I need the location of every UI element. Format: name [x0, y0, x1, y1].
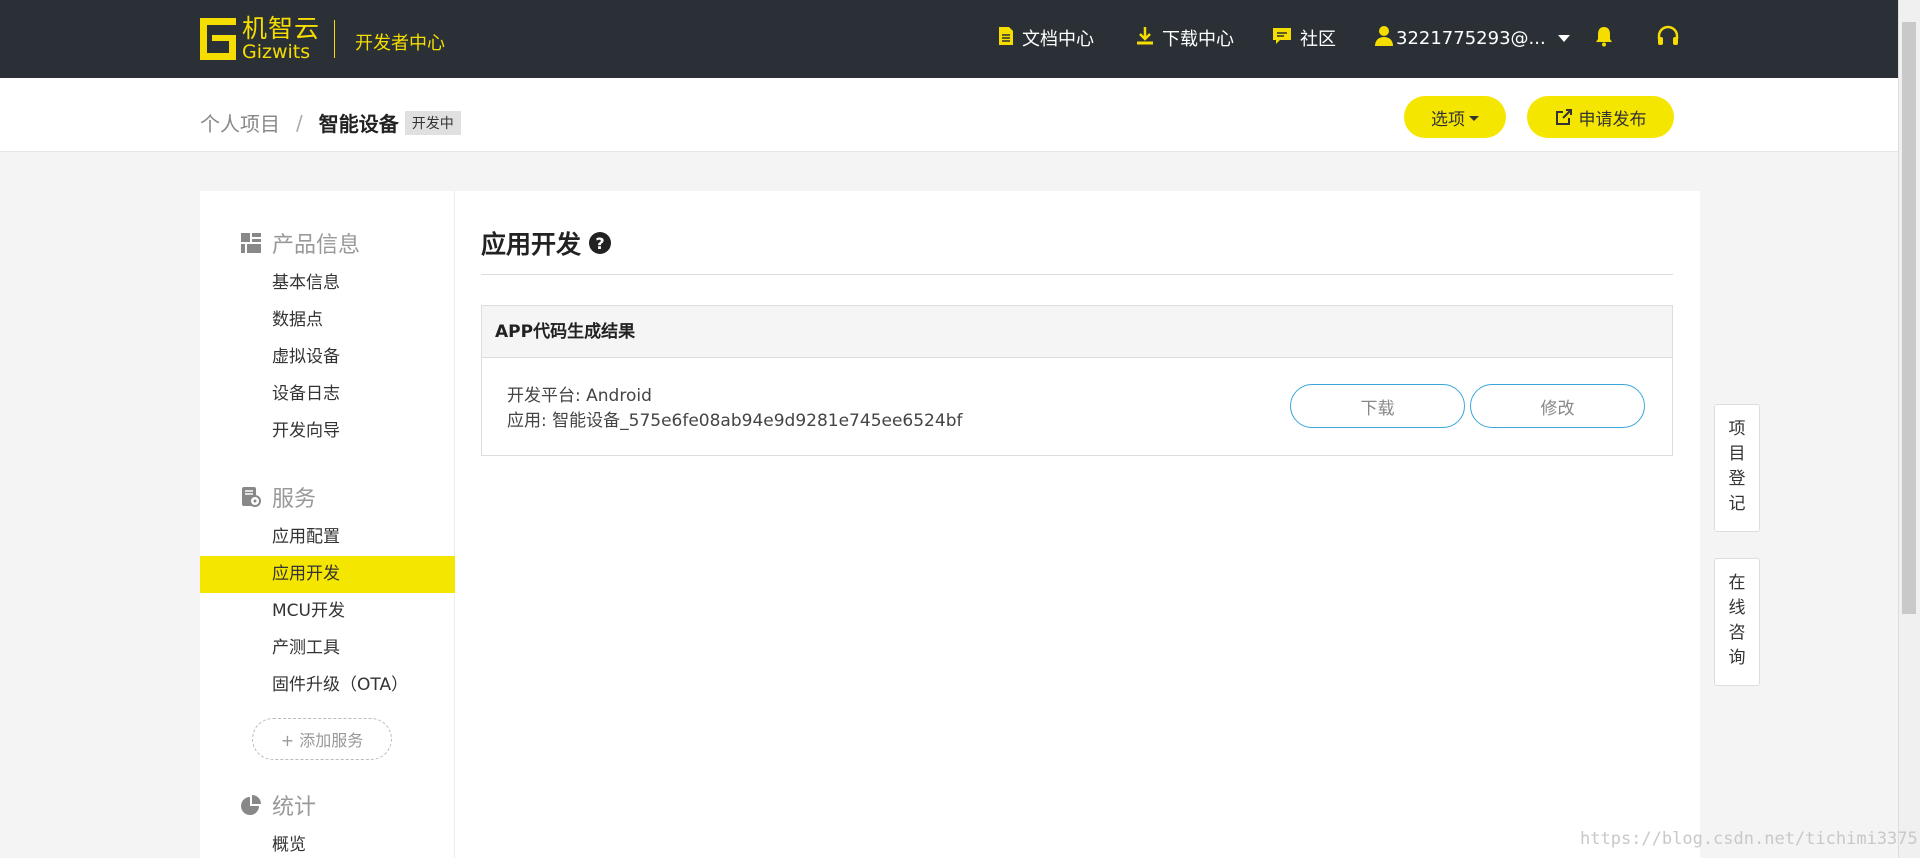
apply-publish-button[interactable]: 申请发布	[1527, 96, 1674, 138]
chat-bubble-icon	[1272, 27, 1292, 50]
app-info: 开发平台: Android 应用: 智能设备_575e6fe08ab94e9d9…	[507, 384, 962, 434]
status-badge: 开发中	[404, 110, 461, 135]
sidebar-item-firmware-ota[interactable]: 固件升级（OTA）	[200, 667, 455, 704]
gizwits-logo-icon	[200, 18, 236, 60]
add-service-button[interactable]: + 添加服务	[252, 718, 392, 760]
section-product-info: 产品信息	[240, 227, 360, 259]
page-title-text: 应用开发	[481, 230, 582, 259]
sidebar-item-mcu-dev[interactable]: MCU开发	[200, 593, 455, 630]
code-gen-result-panel: APP代码生成结果 开发平台: Android 应用: 智能设备_575e6fe…	[481, 305, 1673, 456]
project-register-label: 项目登记	[1728, 419, 1746, 514]
download-icon	[1136, 26, 1154, 51]
breadcrumb-current-product: 智能设备	[318, 112, 399, 136]
platform-text: 开发平台: Android	[507, 386, 652, 406]
sidebar-item-basic-info[interactable]: 基本信息	[200, 265, 455, 302]
nav-community[interactable]: 社区	[1272, 25, 1336, 51]
sidebar: 产品信息 基本信息 数据点 虚拟设备 设备日志 开发向导 服务 应用配置 应用开…	[200, 191, 455, 858]
panel-title: APP代码生成结果	[482, 306, 1672, 358]
publish-label: 申请发布	[1578, 109, 1647, 129]
chevron-down-icon	[1557, 35, 1570, 42]
logo-text-cn: 机智云	[242, 14, 321, 43]
breadcrumb-separator: /	[296, 110, 303, 135]
edit-button[interactable]: 修改	[1470, 384, 1645, 428]
watermark-text: https://blog.csdn.net/tichimi3375	[1580, 829, 1918, 849]
user-icon	[1374, 25, 1394, 52]
scrollbar-thumb[interactable]	[1902, 22, 1916, 614]
nav-docs[interactable]: 文档中心	[998, 25, 1094, 51]
options-dropdown-button[interactable]: 选项	[1404, 96, 1506, 138]
app-name-text: 应用: 智能设备_575e6fe08ab94e9d9281e745ee6524b…	[507, 411, 963, 431]
section-product-info-label: 产品信息	[272, 233, 361, 258]
bell-icon	[1594, 25, 1614, 52]
sidebar-item-app-dev[interactable]: 应用开发	[200, 556, 455, 593]
logo-divider	[334, 20, 335, 58]
notification-bell[interactable]	[1594, 25, 1622, 52]
sidebar-item-virtual-device[interactable]: 虚拟设备	[200, 339, 455, 376]
external-link-icon	[1555, 108, 1573, 126]
sidebar-item-dev-guide[interactable]: 开发向导	[200, 413, 455, 450]
top-navbar: 机智云 Gizwits 开发者中心 文档中心 下载中心 社区 322177529…	[0, 0, 1898, 78]
nav-docs-label: 文档中心	[1022, 29, 1094, 50]
sidebar-item-data-points[interactable]: 数据点	[200, 302, 455, 339]
gizwits-logo[interactable]: 机智云 Gizwits	[200, 16, 320, 62]
options-label: 选项	[1431, 109, 1465, 129]
breadcrumb: 个人项目 / 智能设备 开发中	[200, 108, 461, 137]
section-statistics: 统计	[240, 789, 316, 821]
help-icon[interactable]: ?	[589, 232, 612, 254]
user-account-label: 3221775293@...	[1396, 28, 1546, 49]
section-statistics-label: 统计	[272, 795, 317, 820]
logo-text-en: Gizwits	[242, 41, 311, 63]
sidebar-item-device-log[interactable]: 设备日志	[200, 376, 455, 413]
sidebar-item-production-test[interactable]: 产测工具	[200, 630, 455, 667]
project-register-tab[interactable]: 项目登记	[1714, 404, 1760, 532]
nav-download[interactable]: 下载中心	[1136, 25, 1234, 51]
project-header: 个人项目 / 智能设备 开发中 选项 申请发布	[0, 78, 1898, 152]
main-card: 产品信息 基本信息 数据点 虚拟设备 设备日志 开发向导 服务 应用配置 应用开…	[200, 191, 1700, 858]
chevron-down-icon	[1469, 115, 1479, 121]
nav-download-label: 下载中心	[1162, 29, 1234, 50]
section-services: 服务	[240, 481, 316, 513]
developer-center-link[interactable]: 开发者中心	[355, 29, 445, 55]
document-icon	[998, 26, 1014, 51]
page-title: 应用开发 ?	[481, 225, 612, 261]
pie-chart-icon	[240, 794, 262, 816]
sidebar-item-app-config[interactable]: 应用配置	[200, 519, 455, 556]
support-headset[interactable]	[1656, 25, 1688, 52]
headset-icon	[1656, 25, 1680, 52]
online-consult-tab[interactable]: 在线咨询	[1714, 558, 1760, 686]
download-button[interactable]: 下载	[1290, 384, 1465, 428]
nav-community-label: 社区	[1300, 29, 1336, 50]
title-divider	[481, 274, 1673, 275]
service-settings-icon	[240, 486, 262, 508]
user-menu[interactable]: 3221775293@...	[1374, 25, 1570, 52]
sidebar-item-overview[interactable]: 概览	[200, 827, 455, 858]
breadcrumb-personal-projects[interactable]: 个人项目	[200, 108, 280, 137]
online-consult-label: 在线咨询	[1728, 573, 1746, 668]
section-services-label: 服务	[272, 487, 317, 512]
dashboard-grid-icon	[240, 232, 262, 254]
